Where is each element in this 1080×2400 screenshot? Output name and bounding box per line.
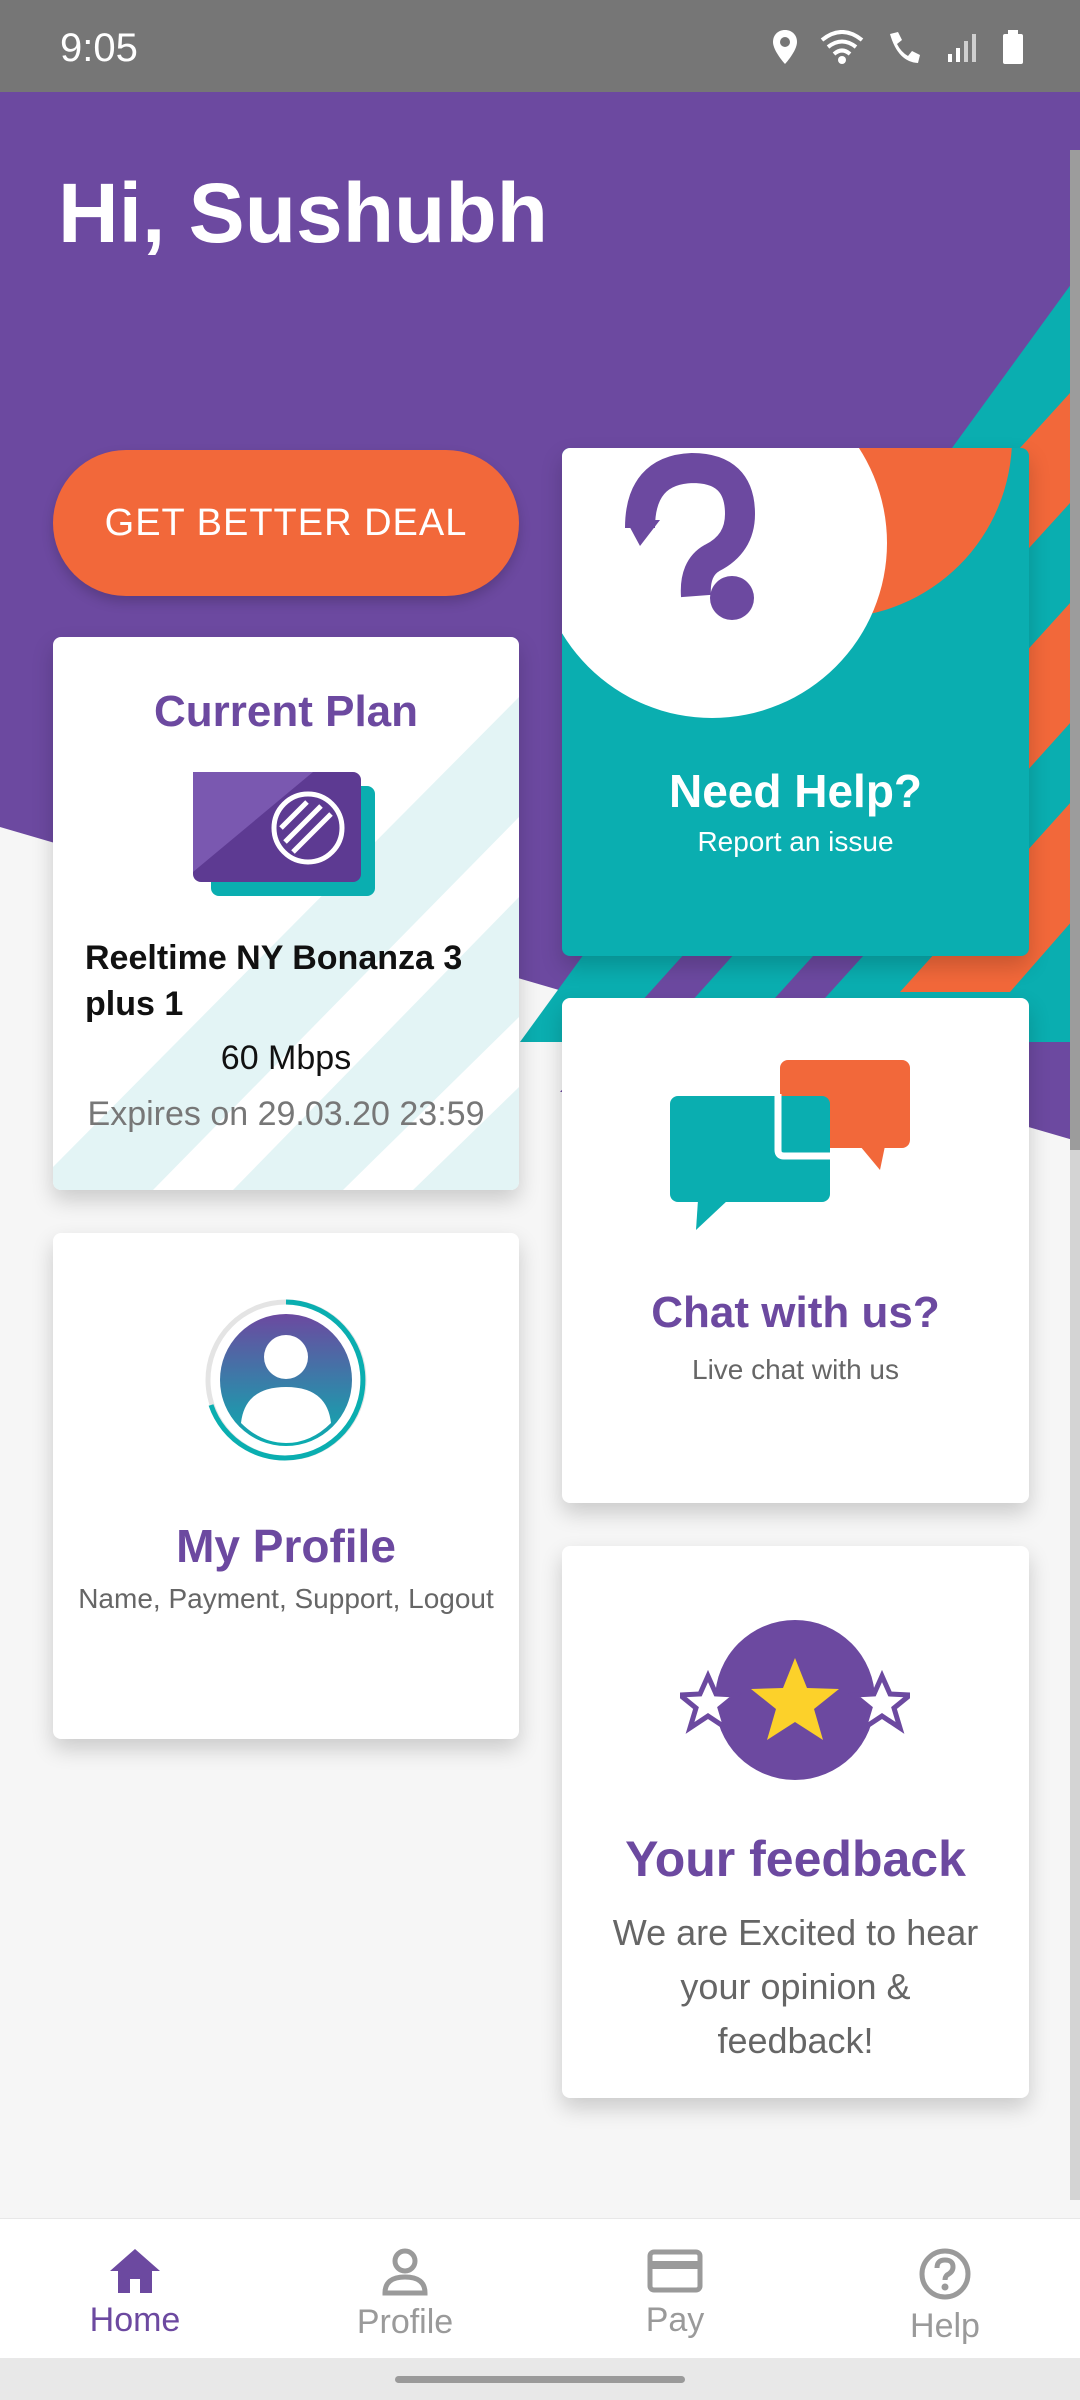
nav-help-label: Help xyxy=(910,2307,980,2345)
location-icon xyxy=(773,30,797,64)
feedback-subtitle: We are Excited to hear your opinion & fe… xyxy=(612,1912,979,2061)
battery-icon xyxy=(1003,30,1023,64)
help-icon xyxy=(919,2248,971,2300)
chat-subtitle: Live chat with us xyxy=(692,1354,899,1385)
status-icons xyxy=(772,30,1024,64)
gesture-bar xyxy=(0,2358,1080,2400)
nav-profile-label: Profile xyxy=(356,2303,454,2341)
current-plan-card[interactable]: Current Plan Reeltime NY Bonanza 3 plus … xyxy=(53,637,519,1190)
signal-icon xyxy=(948,34,976,62)
gesture-handle[interactable] xyxy=(395,2376,685,2383)
scrollbar-thumb[interactable] xyxy=(1070,150,1080,1150)
bottom-navigation: Home Profile Pay Help xyxy=(0,2218,1080,2359)
plan-expiry: Expires on 29.03.20 23:59 xyxy=(87,1095,485,1133)
chat-card[interactable]: Chat with us? Live chat with us xyxy=(562,998,1029,1503)
plan-speed: 60 Mbps xyxy=(220,1039,352,1077)
need-help-title: Need Help? xyxy=(668,765,923,817)
current-plan-title: Current Plan xyxy=(153,687,419,736)
nav-pay[interactable]: Pay xyxy=(540,2219,810,2359)
get-better-deal-button[interactable]: GET BETTER DEAL xyxy=(53,450,519,596)
home-icon xyxy=(110,2249,160,2293)
nav-help[interactable]: Help xyxy=(810,2219,1080,2359)
chat-title: Chat with us? xyxy=(651,1288,940,1337)
nav-pay-label: Pay xyxy=(645,2301,705,2339)
feedback-stars-icon xyxy=(680,1620,910,1780)
plan-card-icon xyxy=(193,772,375,896)
nav-profile[interactable]: Profile xyxy=(270,2219,540,2359)
my-profile-subtitle: Name, Payment, Support, Logout xyxy=(78,1583,494,1614)
wifi-call-icon xyxy=(890,32,920,63)
my-profile-title: My Profile xyxy=(176,1520,396,1572)
greeting-title: Hi, Sushubh xyxy=(58,166,548,260)
need-help-card[interactable]: Need Help? Report an issue xyxy=(562,448,1029,956)
nav-home-label: Home xyxy=(89,2301,181,2339)
need-help-subtitle: Report an issue xyxy=(697,826,894,857)
card-icon xyxy=(647,2249,703,2293)
status-time: 9:05 xyxy=(60,26,138,70)
feedback-title: Your feedback xyxy=(625,1831,966,1887)
profile-avatar-icon xyxy=(205,1299,367,1461)
feedback-card[interactable]: Your feedback We are Excited to hear you… xyxy=(562,1546,1029,2098)
wifi-icon xyxy=(820,30,864,64)
plan-name: Reeltime NY Bonanza 3 plus 1 xyxy=(85,939,463,1023)
help-card-graphic xyxy=(562,448,1012,718)
my-profile-card[interactable]: My Profile Name, Payment, Support, Logou… xyxy=(53,1233,519,1739)
status-bar: 9:05 xyxy=(0,0,1080,92)
person-icon xyxy=(382,2248,428,2296)
chat-bubbles-icon xyxy=(670,1060,910,1230)
nav-home[interactable]: Home xyxy=(0,2219,270,2359)
